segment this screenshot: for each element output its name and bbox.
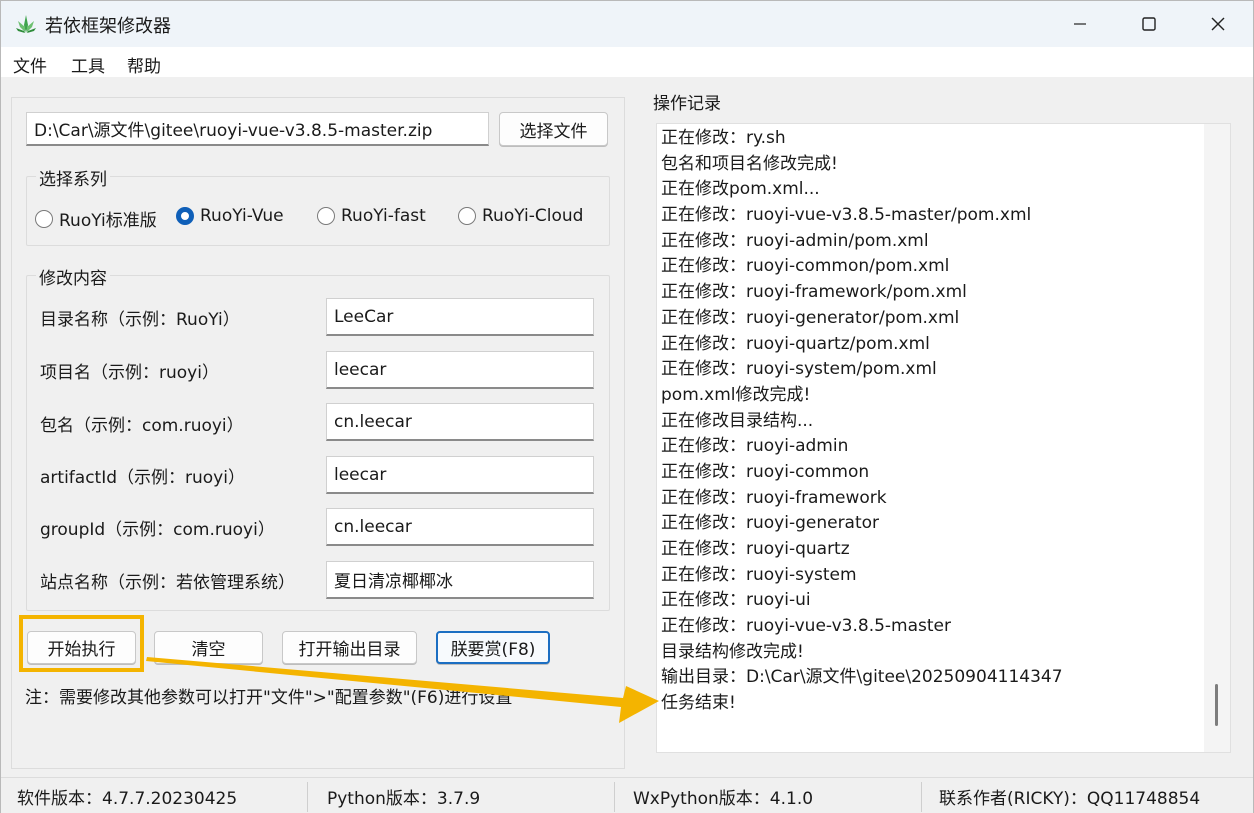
artifact-id-label: artifactId（示例：ruoyi）: [40, 468, 245, 488]
dir-name-input[interactable]: LeeCar: [326, 298, 594, 336]
window-title: 若依框架修改器: [45, 16, 171, 37]
close-button[interactable]: [1183, 1, 1253, 47]
status-divider: [307, 782, 308, 812]
log-scrollbar[interactable]: [1204, 124, 1230, 752]
log-line: 正在修改：ruoyi-system/pom.xml: [661, 359, 937, 380]
radio-label: RuoYi标准版: [59, 211, 157, 231]
site-name-label: 站点名称（示例：若依管理系统）: [40, 573, 295, 593]
radio-label: RuoYi-Vue: [200, 206, 284, 226]
donate-button[interactable]: 朕要赏(F8): [436, 631, 550, 664]
project-name-input[interactable]: leecar: [326, 351, 594, 389]
radio-ruoyi-fast[interactable]: RuoYi-fast: [317, 206, 426, 226]
log-lines: 正在修改：ry.sh 包名和项目名修改完成! 正在修改pom.xml... 正在修改：…: [661, 126, 1201, 717]
app-logo-icon: [16, 15, 36, 33]
open-output-dir-button[interactable]: 打开输出目录: [282, 631, 417, 664]
radio-ruoyi-cloud[interactable]: RuoYi-Cloud: [458, 206, 583, 226]
contact-author: 联系作者(RICKY)：QQ11748854: [939, 789, 1201, 809]
radio-on-icon: [176, 207, 194, 225]
radio-ruoyi-vue[interactable]: RuoYi-Vue: [176, 206, 284, 226]
log-line: 正在修改：ruoyi-vue-v3.8.5-master: [661, 616, 951, 637]
group-id-input[interactable]: cn.leecar: [326, 508, 594, 546]
log-line: 正在修改：ruoyi-quartz/pom.xml: [661, 333, 930, 354]
modify-group-label: 修改内容: [36, 264, 110, 289]
log-line: 正在修改：ruoyi-quartz: [661, 539, 850, 559]
project-name-label: 项目名（示例：ruoyi）: [40, 363, 219, 383]
group-id-label: groupId（示例：com.ruoyi）: [40, 520, 275, 540]
python-version: Python版本：3.7.9: [327, 789, 481, 809]
log-line: 正在修改pom.xml...: [661, 179, 820, 200]
log-line: 任务结束!: [661, 693, 736, 714]
log-line: 正在修改：ruoyi-admin: [661, 436, 849, 457]
log-line: 正在修改：ruoyi-vue-v3.8.5-master/pom.xml: [661, 205, 1032, 226]
package-name-label: 包名（示例：com.ruoyi）: [40, 416, 244, 436]
site-name-input[interactable]: 夏日清凉椰椰冰: [326, 561, 594, 599]
status-divider: [614, 782, 615, 812]
file-path-input[interactable]: D:\Car\源文件\gitee\ruoyi-vue-v3.8.5-master…: [26, 112, 489, 146]
minimize-icon: [1074, 23, 1086, 25]
settings-note: 注：需要修改其他参数可以打开"文件">"配置参数"(F6)进行设置: [25, 688, 513, 708]
annotation-highlight-box: [19, 615, 144, 672]
log-line: pom.xml修改完成!: [661, 384, 811, 405]
radio-label: RuoYi-fast: [341, 206, 426, 226]
wxpython-version: WxPython版本：4.1.0: [633, 789, 814, 809]
log-line: 正在修改：ruoyi-generator: [661, 513, 880, 534]
log-line: 输出目录：D:\Car\源文件\gitee\20250904114347: [661, 667, 1063, 688]
log-line: 正在修改目录结构...: [661, 410, 814, 431]
log-line: 正在修改：ruoyi-generator/pom.xml: [661, 307, 960, 328]
choose-file-button[interactable]: 选择文件: [499, 112, 608, 146]
log-line: 目录结构修改完成!: [661, 641, 804, 662]
maximize-icon: [1142, 17, 1156, 31]
log-line: 正在修改：ry.sh: [661, 128, 786, 148]
log-line: 正在修改：ruoyi-ui: [661, 590, 811, 611]
menu-tools[interactable]: 工具: [71, 52, 105, 77]
series-group-label: 选择系列: [36, 165, 110, 190]
log-line: 正在修改：ruoyi-common: [661, 461, 870, 482]
clear-button[interactable]: 清空: [154, 631, 263, 664]
log-label: 操作记录: [653, 94, 721, 114]
menu-bar: 文件 工具 帮助: [1, 47, 1253, 77]
radio-off-icon: [35, 209, 53, 228]
dir-name-label: 目录名称（示例：RuoYi）: [40, 310, 240, 330]
log-line: 正在修改：ruoyi-framework/pom.xml: [661, 282, 967, 303]
log-panel: 操作记录 正在修改：ry.sh 包名和项目名修改完成! 正在修改pom.xml...…: [641, 89, 1247, 769]
log-line: 正在修改：ruoyi-system: [661, 564, 857, 585]
title-bar[interactable]: 若依框架修改器: [1, 1, 1253, 47]
log-line: 包名和项目名修改完成!: [661, 153, 838, 174]
radio-off-icon: [317, 207, 335, 225]
package-name-input[interactable]: cn.leecar: [326, 403, 594, 441]
radio-label: RuoYi-Cloud: [482, 206, 584, 226]
log-line: 正在修改：ruoyi-admin/pom.xml: [661, 230, 929, 251]
status-divider: [921, 782, 922, 812]
close-icon: [1211, 17, 1225, 31]
artifact-id-input[interactable]: leecar: [326, 456, 594, 494]
scrollbar-thumb[interactable]: [1215, 684, 1218, 726]
minimize-button[interactable]: [1045, 1, 1115, 47]
menu-help[interactable]: 帮助: [127, 52, 161, 77]
radio-ruoyi-standard[interactable]: RuoYi标准版: [35, 206, 157, 231]
radio-off-icon: [458, 207, 476, 225]
app-window: 若依框架修改器 文件 工具 帮助 D:\Car\源文件\gitee\ruoyi-…: [0, 0, 1254, 813]
log-line: 正在修改：ruoyi-framework: [661, 487, 887, 508]
software-version: 软件版本：4.7.7.20230425: [17, 789, 238, 809]
menu-file[interactable]: 文件: [13, 52, 47, 77]
log-line: 正在修改：ruoyi-common/pom.xml: [661, 256, 950, 277]
maximize-button[interactable]: [1114, 1, 1184, 47]
status-bar: 软件版本：4.7.7.20230425 Python版本：3.7.9 WxPyt…: [1, 777, 1253, 813]
log-textarea[interactable]: 正在修改：ry.sh 包名和项目名修改完成! 正在修改pom.xml... 正在修改：…: [656, 123, 1231, 753]
